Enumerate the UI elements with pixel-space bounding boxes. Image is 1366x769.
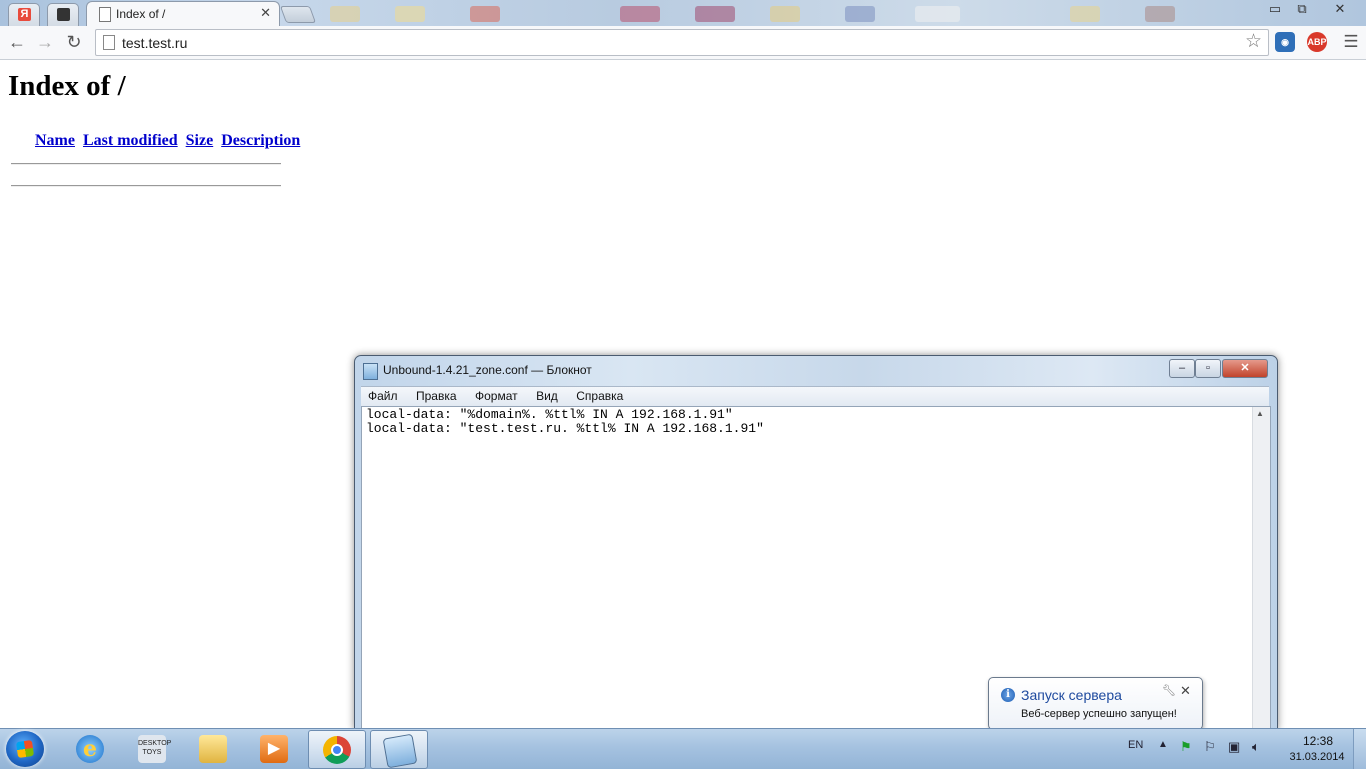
blurred-desktop-icon	[770, 6, 800, 22]
action-center-flag-icon[interactable]: ⚐	[1204, 739, 1216, 755]
vertical-scrollbar[interactable]: ▲	[1252, 407, 1270, 730]
balloon-text: Веб-сервер успешно запущен!	[1021, 708, 1177, 720]
notepad-menubar: Файл Правка Формат Вид Справка	[361, 386, 1269, 406]
forward-button[interactable]: →	[34, 31, 56, 53]
column-description-link[interactable]: Description	[221, 132, 300, 149]
folder-icon	[199, 735, 227, 763]
back-button[interactable]: ←	[6, 31, 28, 53]
notepad-window: Unbound-1.4.21_zone.conf — Блокнот – ▫ ✕…	[354, 355, 1278, 730]
taskbar-ie[interactable]: e	[62, 730, 118, 767]
blurred-desktop-icon	[845, 6, 875, 22]
document-icon	[99, 7, 111, 22]
show-desktop-button[interactable]	[1353, 729, 1366, 769]
desktop-toys-icon: DESKTOP TOYS	[138, 735, 171, 763]
notepad-taskbar-icon	[382, 733, 418, 769]
volume-icon[interactable]: 🔈︎	[1252, 739, 1260, 755]
blurred-desktop-icon	[620, 6, 660, 22]
blurred-desktop-icon	[330, 6, 360, 22]
text-line-2: local-data: "test.test.ru. %ttl% IN A 19…	[366, 421, 764, 436]
listing-header: Name Last modified Size Description	[35, 132, 304, 150]
blurred-desktop-icon	[1070, 6, 1100, 22]
blurred-desktop-icon	[470, 6, 500, 22]
divider	[11, 185, 281, 187]
taskbar-media-player[interactable]: ▶	[246, 730, 302, 767]
blurred-desktop-icon	[1145, 6, 1175, 22]
clock-date[interactable]: 31.03.2014	[1286, 751, 1348, 763]
tab-index-of[interactable]: Index of / ✕	[86, 1, 280, 27]
language-indicator[interactable]: EN	[1128, 739, 1143, 751]
maximize-button[interactable]: ⧉	[1289, 0, 1315, 18]
tab-terminal[interactable]	[47, 3, 79, 27]
blurred-desktop-icon	[395, 6, 425, 22]
tab-title: Index of /	[116, 7, 166, 21]
column-size-link[interactable]: Size	[186, 132, 214, 149]
close-tab-icon[interactable]: ✕	[260, 5, 271, 21]
extension-bear-icon[interactable]: ◉	[1275, 32, 1295, 52]
chrome-icon	[323, 736, 351, 764]
menu-file[interactable]: Файл	[361, 387, 405, 405]
internet-explorer-icon: e	[76, 735, 104, 763]
url-input[interactable]	[120, 32, 1234, 54]
start-button[interactable]	[6, 731, 44, 767]
menu-icon[interactable]: ☰	[1340, 31, 1362, 53]
yandex-icon: Я	[18, 8, 31, 21]
blurred-desktop-icon	[695, 6, 735, 22]
reload-button[interactable]: ↻	[63, 31, 85, 53]
notepad-title: Unbound-1.4.21_zone.conf — Блокнот	[383, 363, 592, 377]
server-tray-icon[interactable]: ⚑	[1180, 739, 1192, 755]
menu-format[interactable]: Формат	[468, 387, 525, 405]
address-bar[interactable]: ☆	[95, 29, 1269, 56]
browser-tab-strip: Я Index of / ✕ ▭ ⧉ ✕	[0, 0, 1366, 27]
taskbar-desktop-toys[interactable]: DESKTOP TOYS	[124, 730, 180, 767]
network-icon[interactable]: ▣	[1228, 739, 1240, 755]
chrome-center-icon	[331, 744, 343, 756]
column-last-modified-link[interactable]: Last modified	[83, 132, 178, 149]
windows-logo-icon	[15, 739, 35, 759]
tab-yandex[interactable]: Я	[8, 3, 40, 27]
notepad-close-button[interactable]: ✕	[1222, 359, 1268, 378]
taskbar-chrome[interactable]	[308, 730, 366, 769]
show-hidden-icons-icon[interactable]: ▲	[1158, 739, 1168, 750]
minimize-button[interactable]: ▭	[1262, 0, 1288, 18]
close-window-button[interactable]: ✕	[1326, 0, 1354, 18]
settings-wrench-icon[interactable]: 🔧︎	[1162, 684, 1176, 697]
new-tab-button[interactable]	[279, 6, 317, 23]
menu-help[interactable]: Справка	[569, 387, 630, 405]
clock-time[interactable]: 12:38	[1298, 734, 1338, 748]
adblock-icon[interactable]: ABP	[1307, 32, 1327, 52]
taskbar-notepad[interactable]	[370, 730, 428, 769]
page-icon	[103, 35, 115, 50]
blurred-desktop-icon	[915, 6, 960, 22]
notepad-minimize-button[interactable]: –	[1169, 359, 1195, 378]
info-icon: i	[1001, 688, 1015, 702]
notepad-icon	[363, 363, 378, 380]
taskbar-explorer[interactable]	[185, 730, 241, 767]
terminal-icon	[57, 8, 70, 21]
menu-edit[interactable]: Правка	[409, 387, 464, 405]
menu-view[interactable]: Вид	[529, 387, 565, 405]
notepad-maximize-button[interactable]: ▫	[1195, 359, 1221, 378]
bookmark-star-icon[interactable]: ☆	[1245, 30, 1262, 53]
scroll-up-arrow-icon[interactable]: ▲	[1256, 409, 1264, 418]
text-line-1: local-data: "%domain%. %ttl% IN A 192.16…	[366, 407, 733, 422]
taskbar: e DESKTOP TOYS ▶ EN ▲ ⚑ ⚐ ▣ 🔈︎ 12:38 31.…	[0, 728, 1366, 769]
divider	[11, 163, 281, 165]
browser-toolbar: ← → ↻ ☆ ◉ ABP ☰	[0, 26, 1366, 60]
balloon-close-icon[interactable]: ✕	[1180, 683, 1191, 699]
media-player-icon: ▶	[260, 735, 288, 763]
page-title: Index of /	[8, 70, 126, 102]
notification-balloon[interactable]: i Запуск сервера Веб-сервер успешно запу…	[988, 677, 1203, 736]
balloon-title: Запуск сервера	[1021, 687, 1122, 703]
column-name-link[interactable]: Name	[35, 132, 75, 149]
